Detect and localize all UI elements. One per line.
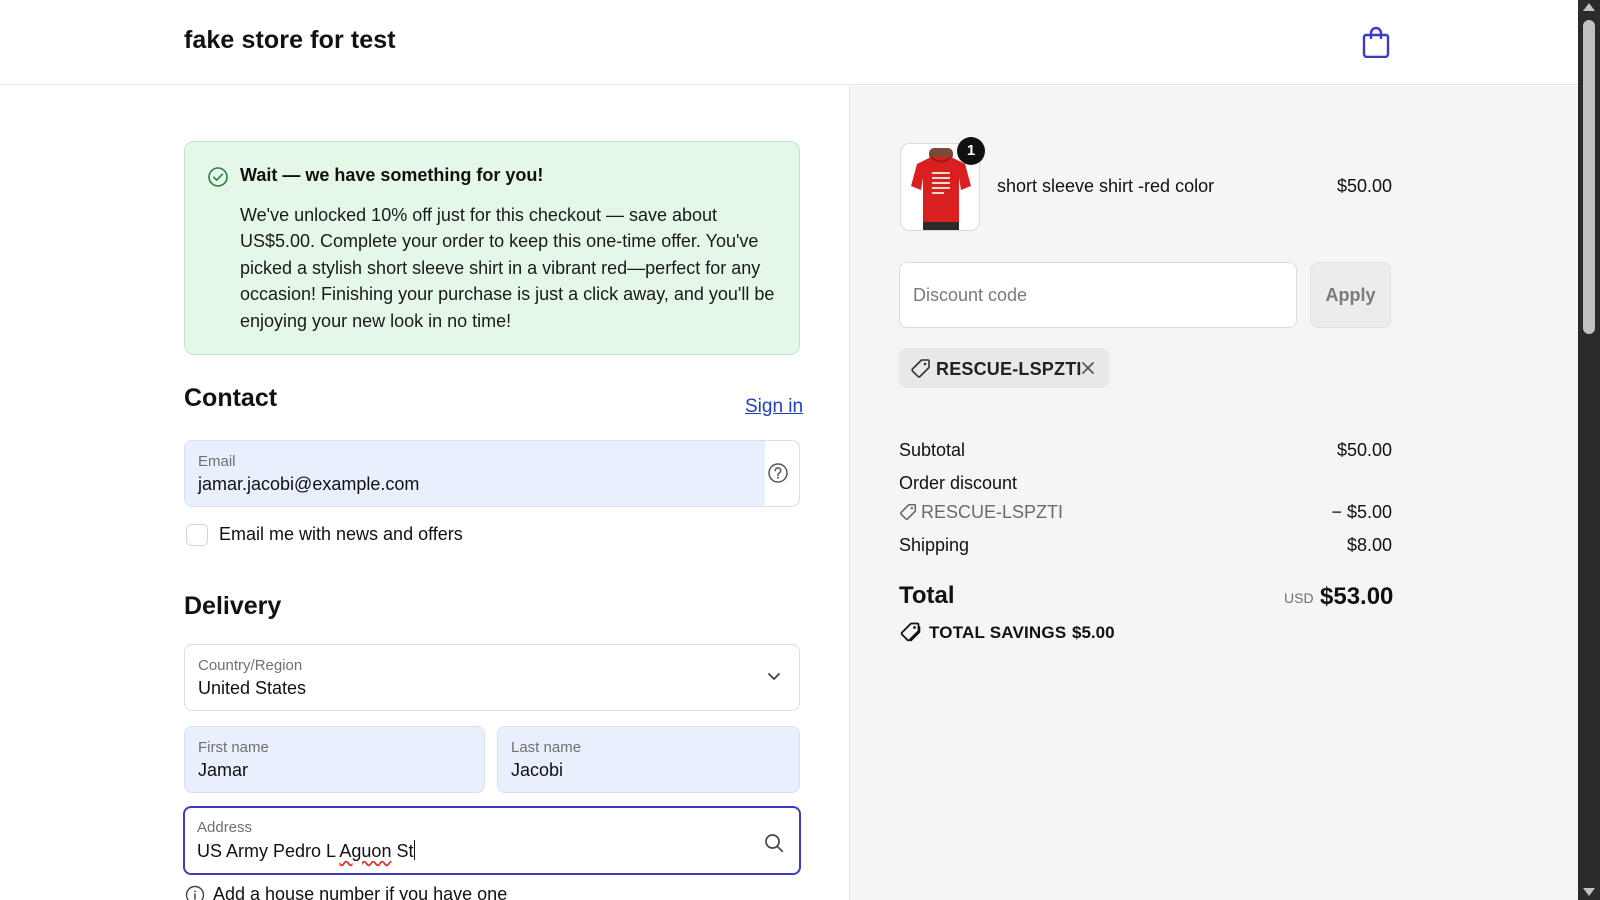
country-label: Country/Region xyxy=(198,657,303,674)
order-discount-code: RESCUE-LSPZTI xyxy=(921,502,1064,522)
last-name-value[interactable]: Jacobi xyxy=(511,760,563,781)
applied-coupon-code: RESCUE-LSPZTI xyxy=(936,359,1082,379)
checkout-page: fake store for test Wait — we have somet… xyxy=(0,0,1578,900)
shopping-bag-icon[interactable] xyxy=(1362,24,1390,58)
product-name: short sleeve shirt -red color xyxy=(997,176,1215,196)
offer-banner: Wait — we have something for you! We've … xyxy=(184,141,800,355)
address-value[interactable]: US Army Pedro L Aguon St xyxy=(197,840,416,862)
scrollbar-thumb[interactable] xyxy=(1583,20,1595,334)
question-circle-icon[interactable] xyxy=(767,462,789,484)
shipping-value: $8.00 xyxy=(1346,535,1392,555)
total-savings-label: TOTAL SAVINGS xyxy=(929,623,1067,642)
search-icon[interactable] xyxy=(763,832,785,854)
discount-code-input[interactable] xyxy=(899,262,1297,328)
quantity-badge: 1 xyxy=(957,137,985,165)
first-name-label: First name xyxy=(198,739,269,756)
close-icon[interactable] xyxy=(1081,361,1095,375)
check-circle-icon xyxy=(208,167,228,187)
info-circle-icon xyxy=(185,885,205,900)
first-name-value[interactable]: Jamar xyxy=(198,760,248,781)
apply-discount-button[interactable]: Apply xyxy=(1310,262,1391,328)
subtotal-value: $50.00 xyxy=(1336,440,1392,460)
applied-coupon-chip: RESCUE-LSPZTI xyxy=(899,348,1109,388)
sign-in-link[interactable]: Sign in xyxy=(745,396,803,418)
tag-icon xyxy=(900,503,917,520)
first-name-field[interactable]: First name Jamar xyxy=(184,726,485,793)
email-field[interactable]: Email jamar.jacobi@example.com xyxy=(184,440,800,507)
email-value[interactable]: jamar.jacobi@example.com xyxy=(198,474,419,495)
store-name[interactable]: fake store for test xyxy=(184,26,396,55)
page-scrollbar[interactable] xyxy=(1578,0,1600,900)
delivery-title: Delivery xyxy=(184,592,282,620)
chevron-down-icon[interactable] xyxy=(767,672,781,682)
total-savings-value: $5.00 xyxy=(1072,623,1115,642)
shipping-label: Shipping xyxy=(899,535,970,555)
total-currency: USD xyxy=(1284,590,1314,606)
order-discount-value: − $5.00 xyxy=(1331,502,1392,522)
contact-title: Contact xyxy=(184,384,278,412)
address-field[interactable]: Address US Army Pedro L Aguon St xyxy=(183,806,801,875)
tags-icon xyxy=(900,622,921,642)
newsletter-checkbox[interactable] xyxy=(186,524,208,546)
product-price: $50.00 xyxy=(1336,176,1392,196)
address-spellcheck-word: Aguon xyxy=(339,841,392,861)
order-discount-label: Order discount xyxy=(899,473,1018,493)
scroll-up-arrow-icon[interactable] xyxy=(1583,3,1595,11)
last-name-field[interactable]: Last name Jacobi xyxy=(497,726,800,793)
country-select[interactable]: Country/Region United States xyxy=(184,644,800,711)
newsletter-label[interactable]: Email me with news and offers xyxy=(219,524,463,545)
tag-icon xyxy=(911,359,930,378)
address-label: Address xyxy=(197,819,253,836)
address-text-end: St xyxy=(391,841,414,861)
total-value: $53.00 xyxy=(1320,583,1394,610)
offer-text: We've unlocked 10% off just for this che… xyxy=(240,205,775,331)
email-label: Email xyxy=(198,453,236,470)
last-name-label: Last name xyxy=(511,739,582,756)
scroll-down-arrow-icon[interactable] xyxy=(1583,888,1595,896)
offer-title: Wait — we have something for you! xyxy=(240,165,544,185)
header: fake store for test xyxy=(0,0,1578,85)
address-text-start: US Army Pedro L xyxy=(197,841,340,861)
country-value[interactable]: United States xyxy=(198,678,306,699)
total-label: Total xyxy=(899,582,955,609)
text-caret xyxy=(414,840,416,860)
subtotal-label: Subtotal xyxy=(899,440,966,460)
address-hint: Add a house number if you have one xyxy=(213,884,508,900)
email-help[interactable] xyxy=(765,441,799,506)
